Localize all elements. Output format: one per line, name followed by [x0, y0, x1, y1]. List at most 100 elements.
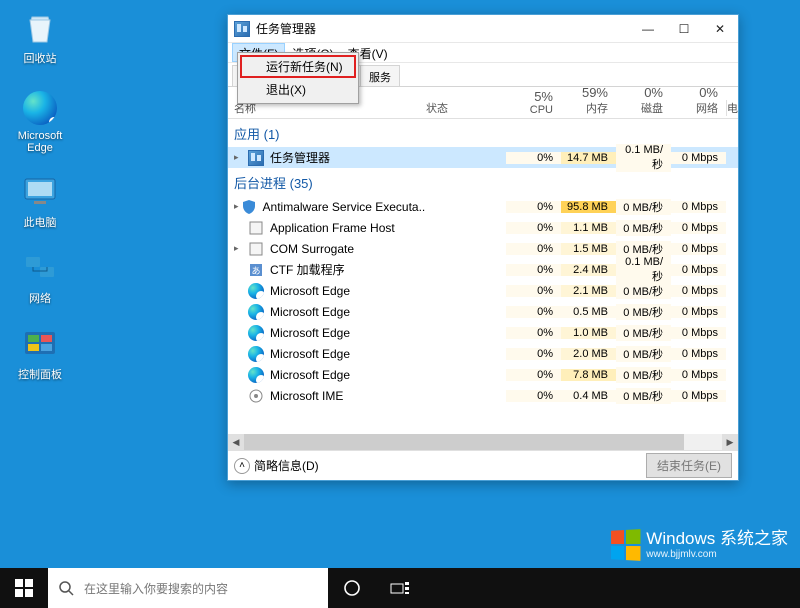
process-mem: 0.4 MB	[561, 390, 616, 402]
taskbar-search[interactable]: 在这里输入你要搜索的内容	[48, 568, 328, 608]
desktop-icon-this-pc[interactable]: 此电脑	[8, 172, 72, 230]
process-name: 任务管理器	[270, 149, 330, 166]
desktop-icon-network[interactable]: 网络	[8, 248, 72, 306]
windows-logo-icon	[611, 529, 640, 561]
process-row[interactable]: あCTF 加载程序0%2.4 MB0.1 MB/秒0 Mbps	[228, 259, 738, 280]
process-net: 0 Mbps	[671, 369, 726, 381]
process-cpu: 0%	[506, 264, 561, 276]
process-mem: 2.4 MB	[561, 264, 616, 276]
titlebar[interactable]: 任务管理器 — ☐ ✕	[228, 15, 738, 43]
process-name: Application Frame Host	[270, 221, 395, 235]
col-status[interactable]: 状态	[426, 100, 506, 116]
process-disk: 0.1 MB/秒	[616, 256, 671, 284]
process-net: 0 Mbps	[671, 222, 726, 234]
process-name: CTF 加载程序	[270, 261, 345, 278]
control-panel-icon	[20, 324, 60, 364]
desktop-icon-edge[interactable]: Microsoft Edge	[8, 88, 72, 154]
process-row[interactable]: Microsoft Edge0%2.1 MB0 MB/秒0 Mbps	[228, 280, 738, 301]
pc-icon	[20, 172, 60, 212]
process-name: COM Surrogate	[270, 242, 354, 256]
process-cpu: 0%	[506, 152, 561, 164]
search-placeholder: 在这里输入你要搜索的内容	[84, 580, 228, 597]
process-cpu: 0%	[506, 327, 561, 339]
process-row[interactable]: Microsoft Edge0%1.0 MB0 MB/秒0 Mbps	[228, 322, 738, 343]
network-icon	[20, 248, 60, 288]
process-net: 0 Mbps	[671, 390, 726, 402]
col-mem[interactable]: 59% 内存	[561, 85, 616, 116]
scroll-right-icon[interactable]: ▶	[722, 434, 738, 450]
col-disk[interactable]: 0% 磁盘	[616, 85, 671, 116]
process-icon	[248, 325, 264, 341]
process-disk: 0.1 MB/秒	[616, 144, 671, 172]
process-icon	[248, 304, 264, 320]
minimize-button[interactable]: —	[630, 15, 666, 43]
menu-run-new-task[interactable]: 运行新任务(N)	[240, 55, 356, 78]
process-name: Microsoft Edge	[270, 368, 350, 382]
process-net: 0 Mbps	[671, 243, 726, 255]
process-name: Microsoft Edge	[270, 347, 350, 361]
process-net: 0 Mbps	[671, 306, 726, 318]
windows-start-icon	[15, 579, 33, 597]
taskbar: 在这里输入你要搜索的内容	[0, 568, 800, 608]
menu-exit[interactable]: 退出(X)	[240, 78, 356, 101]
svg-text:あ: あ	[251, 266, 260, 276]
expand-icon[interactable]: ▸	[234, 243, 246, 254]
scroll-left-icon[interactable]: ◀	[228, 434, 244, 450]
process-cpu: 0%	[506, 222, 561, 234]
desktop-icon-control-panel[interactable]: 控制面板	[8, 324, 72, 382]
tab-services[interactable]: 服务	[360, 65, 400, 86]
col-extra[interactable]: 电	[726, 100, 738, 116]
cortana-icon	[343, 579, 361, 597]
col-net[interactable]: 0% 网络	[671, 85, 726, 116]
process-disk: 0 MB/秒	[616, 199, 671, 215]
edge-icon	[20, 88, 60, 128]
process-disk: 0 MB/秒	[616, 304, 671, 320]
process-row[interactable]: Microsoft Edge0%0.5 MB0 MB/秒0 Mbps	[228, 301, 738, 322]
task-manager-icon	[234, 21, 250, 37]
process-list: 应用 (1)▸任务管理器0%14.7 MB0.1 MB/秒0 Mbps后台进程 …	[228, 119, 738, 434]
process-net: 0 Mbps	[671, 264, 726, 276]
process-net: 0 Mbps	[671, 285, 726, 297]
col-cpu[interactable]: 5% CPU	[506, 89, 561, 116]
taskbar-taskview[interactable]	[376, 568, 424, 608]
process-icon	[248, 241, 264, 257]
fewer-details-button[interactable]: ˄ 简略信息(D)	[234, 457, 319, 474]
process-icon	[248, 150, 264, 166]
process-net: 0 Mbps	[671, 327, 726, 339]
process-name: Microsoft IME	[270, 389, 343, 403]
expand-icon[interactable]: ▸	[234, 152, 246, 163]
process-mem: 14.7 MB	[561, 152, 616, 164]
process-icon	[248, 346, 264, 362]
process-mem: 2.1 MB	[561, 285, 616, 297]
horizontal-scrollbar[interactable]: ◀ ▶	[228, 434, 738, 450]
file-menu-dropdown: 运行新任务(N) 退出(X)	[237, 52, 359, 104]
process-row[interactable]: Microsoft Edge0%7.8 MB0 MB/秒0 Mbps	[228, 364, 738, 385]
process-name: Microsoft Edge	[270, 305, 350, 319]
process-disk: 0 MB/秒	[616, 325, 671, 341]
close-button[interactable]: ✕	[702, 15, 738, 43]
process-cpu: 0%	[506, 243, 561, 255]
maximize-button[interactable]: ☐	[666, 15, 702, 43]
process-disk: 0 MB/秒	[616, 346, 671, 362]
scroll-thumb[interactable]	[244, 434, 684, 450]
process-disk: 0 MB/秒	[616, 388, 671, 404]
scroll-track[interactable]	[244, 434, 722, 450]
desktop-icon-recycle-bin[interactable]: 回收站	[8, 8, 72, 66]
process-cpu: 0%	[506, 390, 561, 402]
process-icon	[248, 283, 264, 299]
process-row[interactable]: ▸任务管理器0%14.7 MB0.1 MB/秒0 Mbps	[228, 147, 738, 168]
process-name: Antimalware Service Executa...	[263, 200, 426, 214]
watermark: Windows 系统之家 www.bjjmlv.com	[610, 530, 788, 560]
window-title: 任务管理器	[256, 20, 630, 37]
taskbar-cortana[interactable]	[328, 568, 376, 608]
process-row[interactable]: Microsoft IME 0%0.4 MB0 MB/秒0 Mbps	[228, 385, 738, 406]
process-disk: 0 MB/秒	[616, 283, 671, 299]
end-task-button[interactable]: 结束任务(E)	[646, 453, 732, 478]
group-background-header: 后台进程 (35)	[228, 168, 738, 196]
process-row[interactable]: ▸Antimalware Service Executa...0%95.8 MB…	[228, 196, 738, 217]
process-row[interactable]: Microsoft Edge0%2.0 MB0 MB/秒0 Mbps	[228, 343, 738, 364]
expand-icon[interactable]: ▸	[234, 201, 239, 212]
search-icon	[58, 580, 74, 596]
process-row[interactable]: Application Frame Host0%1.1 MB0 MB/秒0 Mb…	[228, 217, 738, 238]
start-button[interactable]	[0, 568, 48, 608]
